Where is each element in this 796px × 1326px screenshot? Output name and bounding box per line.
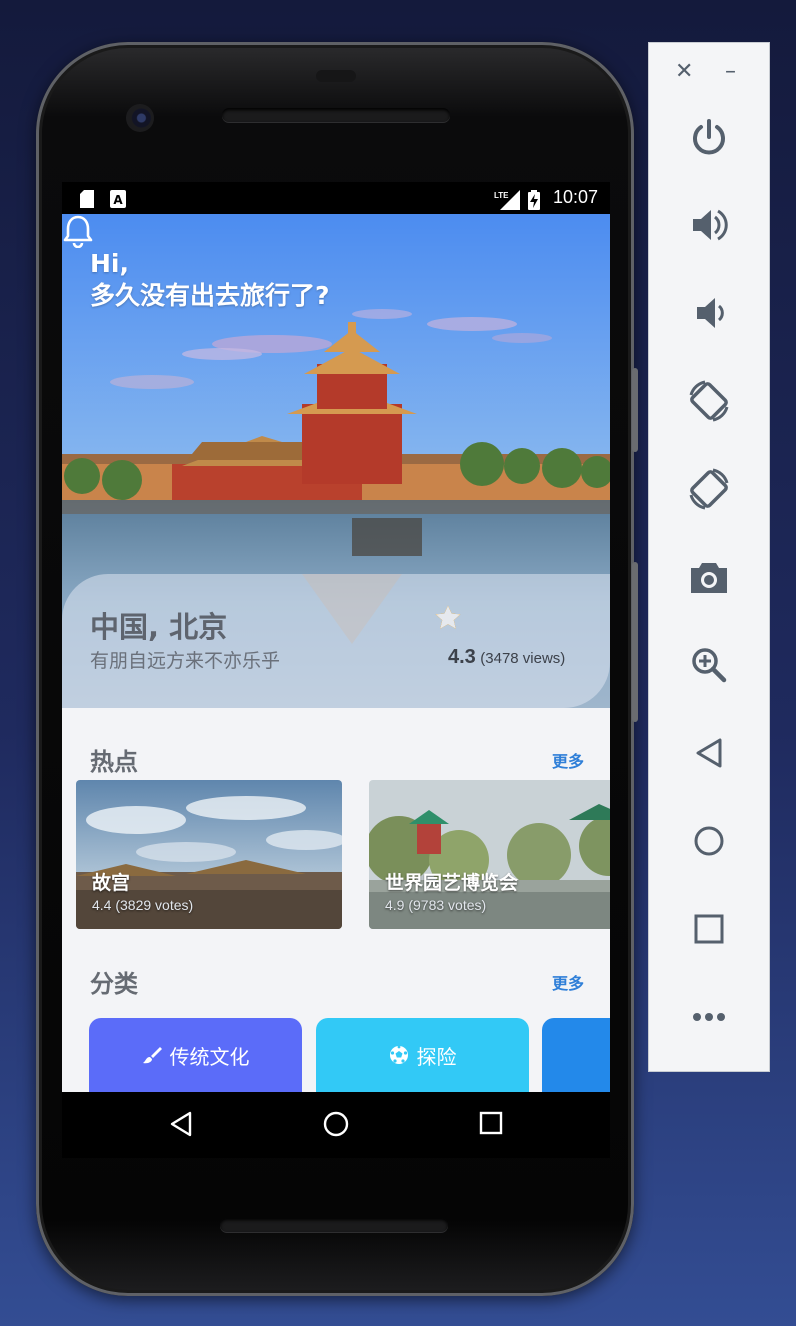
- more-button[interactable]: [683, 991, 735, 1043]
- rating-views: (3478 views): [480, 650, 566, 667]
- camera-icon: [691, 563, 727, 593]
- volume-down-icon: [697, 298, 724, 328]
- android-nav-bar: [62, 1092, 610, 1158]
- location-card[interactable]: 中国, 北京 有朋自远方来不亦乐乎 4.3 (3478 views): [62, 574, 610, 708]
- back-triangle-icon[interactable]: [168, 1110, 194, 1138]
- back-icon: [696, 738, 722, 768]
- spot-name: 故宫: [92, 872, 131, 894]
- category-third[interactable]: [542, 1018, 610, 1092]
- top-sensor: [316, 70, 356, 82]
- rating-value: 4.3: [448, 646, 476, 668]
- spot-card-palace[interactable]: 故宫 4.4 (3829 votes): [76, 780, 342, 929]
- power-button: [632, 562, 638, 722]
- rotate-right-icon: [689, 468, 729, 510]
- emulator-toolbar: ✕ –: [648, 42, 770, 1072]
- network-label: LTE: [494, 191, 509, 200]
- accessibility-a-icon: A: [110, 190, 126, 208]
- sd-card-icon: [80, 190, 94, 208]
- rotate-left-button[interactable]: [683, 375, 735, 427]
- recents-square-icon[interactable]: [478, 1110, 504, 1136]
- greeting: Hi, 多久没有出去旅行了?: [90, 248, 330, 312]
- brush-icon: [142, 1047, 162, 1064]
- home-icon: [694, 826, 724, 856]
- location-subtitle: 有朋自远方来不亦乐乎: [90, 650, 281, 672]
- volume-down-button[interactable]: [683, 287, 735, 339]
- volume-up-button[interactable]: [683, 199, 735, 251]
- front-camera: [126, 104, 154, 132]
- category-traditional-culture[interactable]: 传统文化: [89, 1018, 302, 1092]
- volume-button: [632, 368, 638, 452]
- rotate-left-icon: [689, 380, 729, 422]
- spot-card-expo[interactable]: 世界园艺博览会 4.9 (9783 votes): [369, 780, 610, 929]
- spot-votes: 4.9 (9783 votes): [385, 897, 487, 913]
- status-time: 10:07: [552, 187, 598, 207]
- overview-icon: [694, 914, 724, 944]
- spot-votes: 4.4 (3829 votes): [92, 897, 194, 913]
- greeting-line2: 多久没有出去旅行了?: [90, 281, 330, 310]
- zoom-icon: [692, 648, 727, 683]
- spot-name: 世界园艺博览会: [385, 872, 519, 894]
- battery-charging-icon: [528, 190, 540, 210]
- back-button[interactable]: [683, 727, 735, 779]
- category-section-title: 分类: [90, 970, 138, 998]
- category-label: 传统文化: [169, 1044, 250, 1069]
- rotate-right-button[interactable]: [683, 463, 735, 515]
- home-button[interactable]: [683, 815, 735, 867]
- screenshot-button[interactable]: [683, 551, 735, 603]
- phone-screen: A LTE 10:07 Hi, 多久没有出去旅行了? 中国, 北京 有朋自远方来…: [62, 182, 610, 1092]
- power-button[interactable]: [683, 111, 735, 163]
- category-more-link[interactable]: 更多: [552, 970, 584, 994]
- soccer-ball-icon: [389, 1045, 408, 1064]
- category-adventure[interactable]: 探险: [316, 1018, 529, 1092]
- hero-banner: Hi, 多久没有出去旅行了? 中国, 北京 有朋自远方来不亦乐乎 4.3 (34…: [62, 214, 610, 708]
- power-icon: [693, 119, 725, 155]
- earpiece-speaker: [222, 108, 450, 122]
- close-icon[interactable]: ✕: [675, 59, 693, 84]
- volume-up-icon: [693, 209, 728, 241]
- svg-text:A: A: [113, 193, 123, 207]
- overview-button[interactable]: [683, 903, 735, 955]
- bell-icon[interactable]: [62, 214, 94, 248]
- greeting-line1: Hi,: [90, 249, 129, 278]
- bottom-speaker: [220, 1218, 448, 1232]
- minimize-icon[interactable]: –: [725, 59, 736, 84]
- home-circle-icon[interactable]: [322, 1110, 350, 1138]
- category-label: 探险: [416, 1044, 457, 1069]
- more-icon: [693, 1013, 725, 1021]
- status-bar: A LTE 10:07: [62, 182, 610, 214]
- location-title: 中国, 北京: [90, 610, 228, 644]
- hot-more-link[interactable]: 更多: [552, 748, 584, 772]
- star-empty-icon: [435, 605, 461, 629]
- lte-signal-icon: LTE: [494, 190, 520, 210]
- rating-summary: 4.3 (3478 views): [448, 646, 565, 669]
- hot-section-title: 热点: [90, 748, 138, 776]
- zoom-button[interactable]: [683, 639, 735, 691]
